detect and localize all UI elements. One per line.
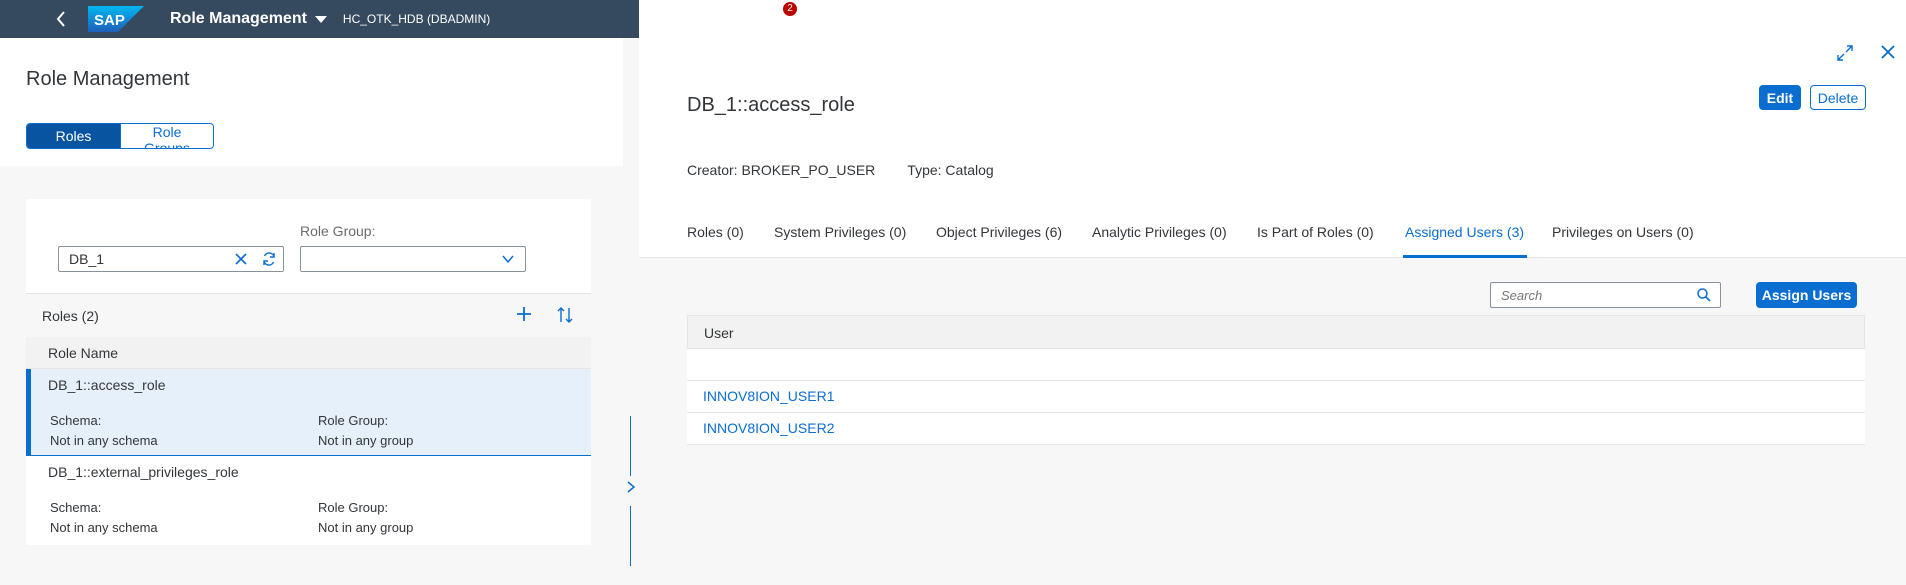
app-menu-caret-icon[interactable] xyxy=(314,15,327,23)
svg-text:SAP: SAP xyxy=(94,12,125,29)
table-row[interactable] xyxy=(687,349,1865,381)
detail-pane: DB_1::access_role Edit Delete Creator: B… xyxy=(639,38,1906,585)
user-link[interactable]: INNOV8ION_USER1 xyxy=(703,388,834,404)
refresh-search-icon[interactable] xyxy=(255,251,283,267)
role-search-value[interactable]: DB_1 xyxy=(69,251,227,267)
type-attribute: Type: Catalog xyxy=(907,162,994,178)
table-row[interactable]: INNOV8ION_USER2 xyxy=(687,413,1865,445)
role-group-value: Not in any group xyxy=(318,520,414,535)
chevron-right-icon[interactable] xyxy=(623,479,639,495)
close-icon[interactable] xyxy=(1880,44,1896,60)
master-header: Role Management Roles Role Groups xyxy=(0,38,623,166)
roles-count: Roles (2) xyxy=(42,308,99,324)
role-group-label: Role Group: xyxy=(318,413,389,428)
role-group-value: Not in any group xyxy=(318,433,414,448)
role-name: DB_1::access_role xyxy=(48,377,166,393)
assign-users-button[interactable]: Assign Users xyxy=(1756,282,1857,308)
clear-icon[interactable] xyxy=(227,253,255,265)
app-title[interactable]: Role Management xyxy=(170,10,307,28)
tab-roles[interactable]: Roles (0) xyxy=(687,216,744,258)
user-link[interactable]: INNOV8ION_USER2 xyxy=(703,420,834,436)
chevron-down-icon xyxy=(502,255,514,264)
add-icon[interactable] xyxy=(516,306,532,322)
role-search-input[interactable]: DB_1 xyxy=(58,246,284,272)
users-table: User INNOV8ION_USER1 INNOV8ION_USER2 xyxy=(687,315,1865,445)
users-table-header: User xyxy=(687,315,1865,349)
fullscreen-icon[interactable] xyxy=(1836,44,1854,62)
role-group-label: Role Group: xyxy=(318,500,389,515)
user-profile-icon[interactable] xyxy=(815,10,833,28)
user-search-field[interactable] xyxy=(1490,282,1721,308)
schema-value: Not in any schema xyxy=(50,520,158,535)
column-header-role-name: Role Name xyxy=(48,345,119,361)
refresh-icon[interactable] xyxy=(639,10,657,28)
tab-object-privileges[interactable]: Object Privileges (6) xyxy=(936,216,1062,258)
user-search-input[interactable] xyxy=(1501,283,1691,307)
sort-icon[interactable] xyxy=(556,306,574,324)
table-row[interactable]: INNOV8ION_USER1 xyxy=(687,381,1865,413)
shell-bar: SAP Role Management HC_OTK_HDB (DBADMIN)… xyxy=(0,0,1906,38)
schema-label: Schema: xyxy=(50,413,102,428)
role-row-external-privileges-role[interactable]: DB_1::external_privileges_role Schema: N… xyxy=(26,456,591,543)
schema-label: Schema: xyxy=(50,500,102,515)
splitter-line xyxy=(630,506,631,566)
notification-badge: 2 xyxy=(783,2,797,16)
splitter-line xyxy=(630,416,631,476)
segment-roles[interactable]: Roles xyxy=(27,124,120,148)
tab-privileges-on-users[interactable]: Privileges on Users (0) xyxy=(1552,216,1694,258)
play-icon[interactable] xyxy=(683,10,701,28)
role-group-select[interactable] xyxy=(300,246,526,272)
splitter[interactable] xyxy=(623,38,639,585)
delete-button[interactable]: Delete xyxy=(1810,85,1866,110)
role-name: DB_1::external_privileges_role xyxy=(48,464,239,480)
tab-assigned-users[interactable]: Assigned Users (3) xyxy=(1403,216,1528,258)
schema-value: Not in any schema xyxy=(50,433,158,448)
segment-role-groups[interactable]: Role Groups xyxy=(120,124,213,148)
system-label: HC_OTK_HDB (DBADMIN) xyxy=(342,12,491,26)
svg-text:?: ? xyxy=(733,15,739,26)
role-list-panel: Role Group: DB_1 Roles (2) Role Name DB_… xyxy=(26,199,591,545)
chevron-left-icon xyxy=(56,11,65,27)
creator-attribute: Creator: BROKER_PO_USER xyxy=(687,162,876,178)
master-title: Role Management xyxy=(26,68,190,90)
sap-logo[interactable]: SAP xyxy=(88,6,144,32)
search-icon[interactable] xyxy=(1696,287,1712,303)
detail-tabs: Roles (0) System Privileges (0) Object P… xyxy=(639,216,1906,258)
notifications-bell-icon[interactable]: 2 xyxy=(771,2,797,28)
tab-system-privileges[interactable]: System Privileges (0) xyxy=(774,216,906,258)
detail-title: DB_1::access_role xyxy=(687,94,855,116)
tab-analytic-privileges[interactable]: Analytic Privileges (0) xyxy=(1092,216,1227,258)
list-toolbar: Roles (2) xyxy=(26,293,591,337)
segmented-button: Roles Role Groups xyxy=(26,123,214,149)
edit-button[interactable]: Edit xyxy=(1759,85,1801,110)
role-group-label: Role Group: xyxy=(300,223,376,239)
back-button[interactable] xyxy=(50,11,72,27)
assigned-users-section: Assign Users User INNOV8ION_USER1 INNOV8… xyxy=(639,258,1906,585)
tab-is-part-of-roles[interactable]: Is Part of Roles (0) xyxy=(1257,216,1374,258)
role-row-access-role[interactable]: DB_1::access_role Schema: Not in any sch… xyxy=(26,369,591,456)
column-header: Role Name xyxy=(26,337,591,369)
help-icon[interactable]: ? xyxy=(727,10,745,28)
